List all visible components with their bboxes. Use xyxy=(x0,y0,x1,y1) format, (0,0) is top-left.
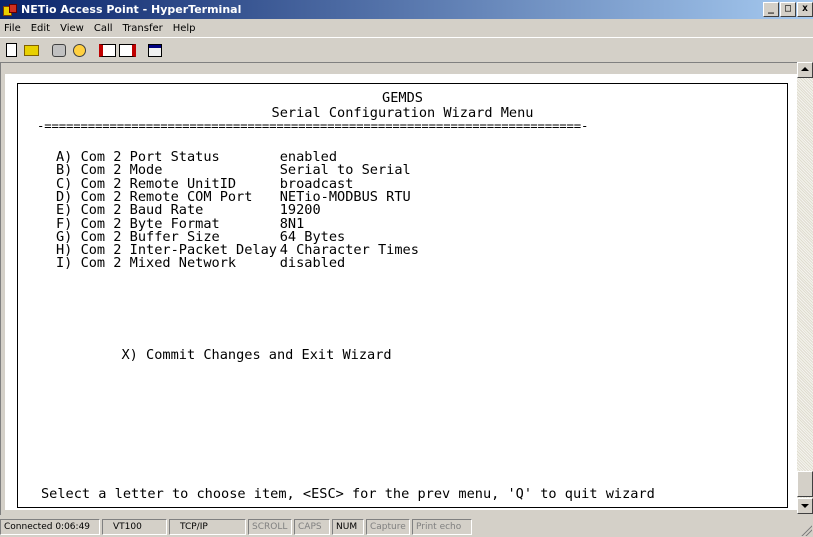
prompt-line: Select a letter to choose item, <ESC> fo… xyxy=(41,486,655,502)
maximize-button[interactable]: □ xyxy=(780,2,796,17)
arrow-down-icon xyxy=(801,504,809,508)
menu-help[interactable]: Help xyxy=(168,23,201,34)
minimize-button[interactable]: _ xyxy=(763,2,779,17)
scroll-thumb[interactable] xyxy=(797,471,813,497)
status-num: NUM xyxy=(332,518,364,535)
commit-key: X) xyxy=(121,347,138,363)
terminal-client-area: GEMDS Serial Configuration Wizard Menu -… xyxy=(0,62,813,515)
commit-item[interactable]: X) Commit Changes and Exit Wizard xyxy=(56,336,813,375)
status-bar: Connected 0:06:49 VT100 TCP/IP SCROLL CA… xyxy=(0,516,813,537)
menu-edit[interactable]: Edit xyxy=(26,23,55,34)
menu-item-value: disabled xyxy=(279,255,346,272)
status-emulation: VT100 xyxy=(102,518,167,535)
menu-call[interactable]: Call xyxy=(89,23,118,34)
status-scroll: SCROLL xyxy=(248,518,292,535)
menu-bar: File Edit View Call Transfer Help xyxy=(0,20,813,36)
terminal-window[interactable]: GEMDS Serial Configuration Wizard Menu -… xyxy=(5,74,801,510)
properties-button[interactable] xyxy=(146,41,164,59)
commit-label: Commit Changes and Exit Wizard xyxy=(146,347,392,363)
menu-item-key: I) xyxy=(56,255,73,272)
menu-file[interactable]: File xyxy=(0,23,26,34)
scroll-up-button[interactable] xyxy=(797,62,813,78)
close-button[interactable]: x xyxy=(797,2,813,17)
menu-item-label: Com 2 Mixed Network xyxy=(80,255,237,272)
vertical-scrollbar[interactable] xyxy=(797,62,813,514)
menu-view[interactable]: View xyxy=(55,23,89,34)
receive-button[interactable] xyxy=(118,41,136,59)
status-protocol: TCP/IP xyxy=(169,518,246,535)
arrow-up-icon xyxy=(801,67,809,71)
status-connected: Connected 0:06:49 xyxy=(0,518,100,535)
scroll-down-button[interactable] xyxy=(797,498,813,514)
menu-item[interactable]: A) Com 2 Port Status enabled xyxy=(56,150,813,164)
menu-item[interactable]: I) Com 2 Mixed Network disabled xyxy=(56,255,813,272)
open-icon xyxy=(23,44,39,56)
title-bar[interactable]: NETio Access Point - HyperTerminal _ □ x xyxy=(0,0,813,19)
connect-icon xyxy=(52,43,66,57)
hyperterminal-app-icon[interactable] xyxy=(3,3,17,17)
separator-line: -=======================================… xyxy=(37,119,589,133)
menu-transfer[interactable]: Transfer xyxy=(118,23,168,34)
properties-icon xyxy=(148,43,162,57)
status-caps: CAPS xyxy=(294,518,330,535)
toolbar xyxy=(0,37,813,63)
terminal-header: GEMDS xyxy=(382,90,423,106)
terminal-screen[interactable]: GEMDS Serial Configuration Wizard Menu -… xyxy=(17,83,788,508)
status-print-echo: Print echo xyxy=(412,518,472,535)
send-icon xyxy=(98,43,116,57)
connect-button[interactable] xyxy=(50,41,68,59)
window-title: NETio Access Point - HyperTerminal xyxy=(21,3,242,16)
disconnect-button[interactable] xyxy=(70,41,88,59)
status-capture: Capture xyxy=(366,518,410,535)
new-connection-button[interactable] xyxy=(2,41,20,59)
receive-icon xyxy=(118,43,136,57)
window-controls: _ □ x xyxy=(762,2,813,17)
open-button[interactable] xyxy=(22,41,40,59)
send-button[interactable] xyxy=(98,41,116,59)
resize-grip-icon[interactable] xyxy=(800,524,812,536)
new-icon xyxy=(5,43,17,57)
disconnect-icon xyxy=(72,43,86,57)
